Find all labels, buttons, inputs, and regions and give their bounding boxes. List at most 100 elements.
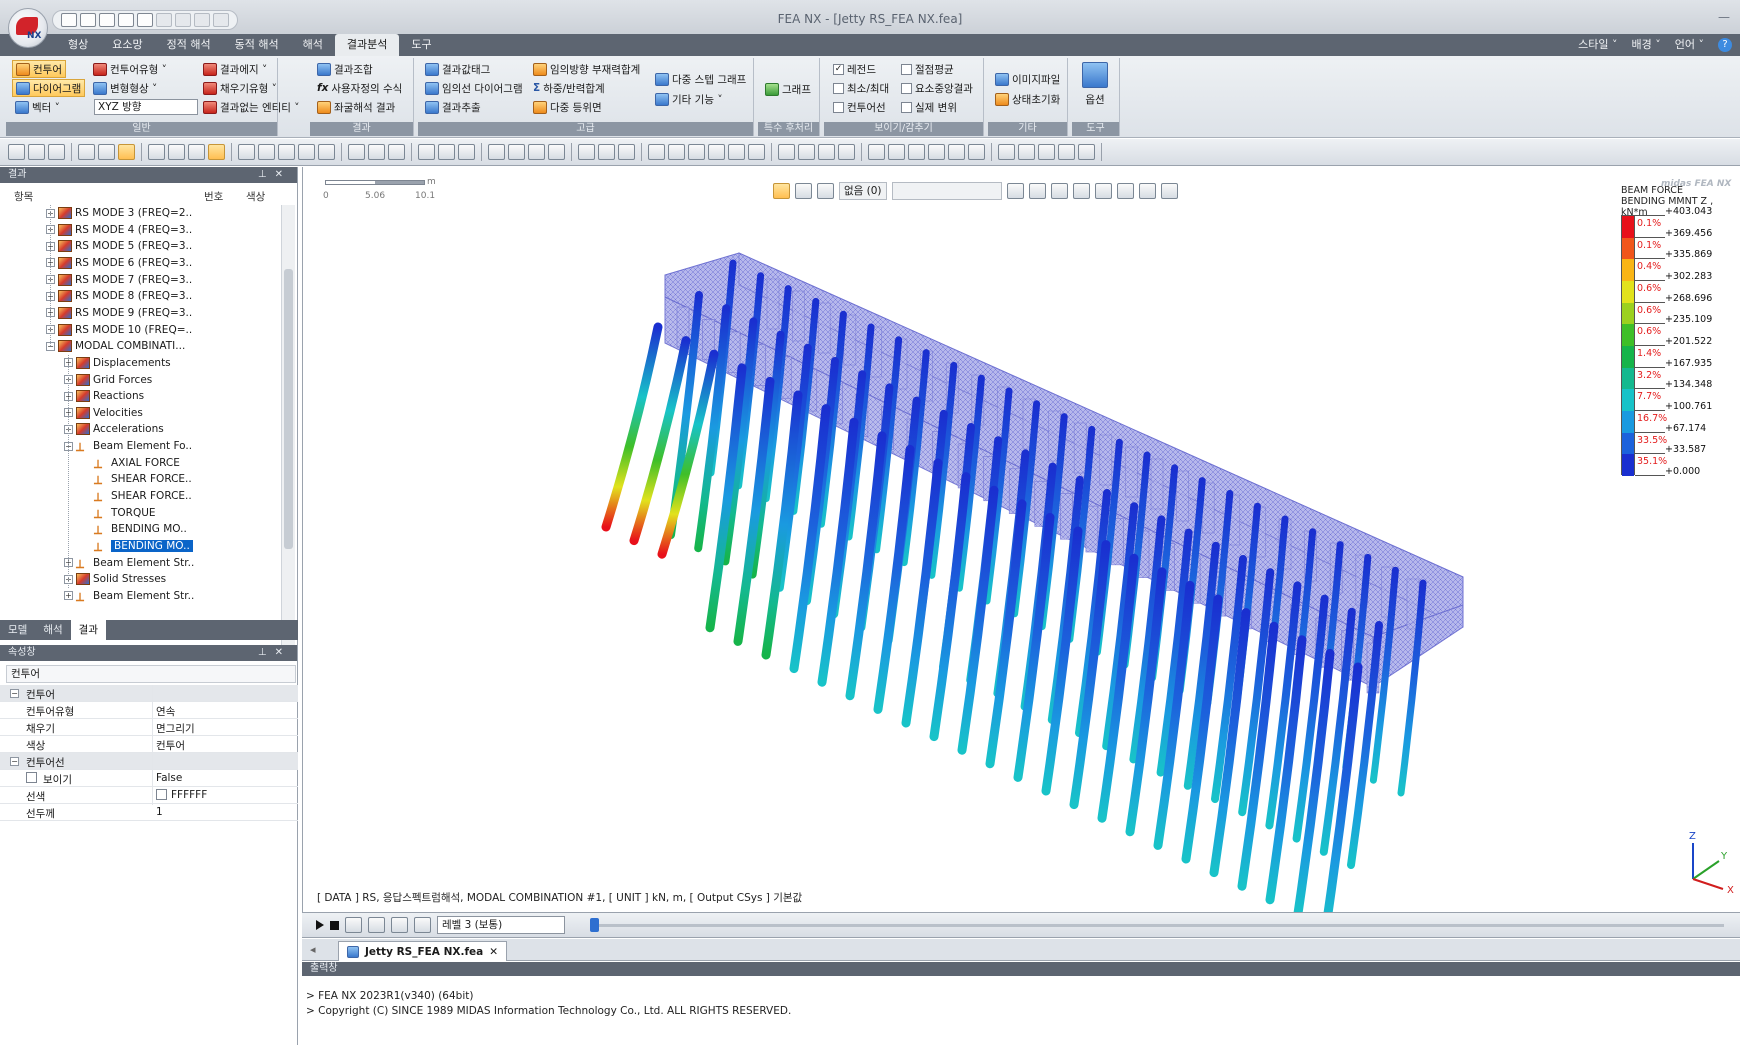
vector-button[interactable]: 벡터 ˅ [12,98,63,116]
state-reset-button[interactable]: 상태초기화 [992,90,1063,108]
member-force-sum-button[interactable]: 임의방향 부재력합계 [530,60,643,78]
property-row[interactable]: 색상 컨투어 [0,736,298,753]
toolbar-tool-icon[interactable] [668,144,685,160]
tree-item[interactable]: + RS MODE 9 (FREQ=3.. [46,305,192,321]
no-result-entity-button[interactable]: 결과없는 엔티티 ˅ [200,98,303,116]
ruler-icon[interactable] [1050,183,1068,199]
toolbar-tool-icon[interactable] [968,144,985,160]
arbitrary-diagram-button[interactable]: 임의선 다이어그램 [422,79,526,97]
property-section[interactable]: − 컨투어 [0,685,298,702]
toolbar-tool-icon[interactable] [208,144,225,160]
tree-item[interactable]: ⟂ SHEAR FORCE.. [82,471,192,487]
layer-icon[interactable] [1094,183,1112,199]
tree-item[interactable]: ⟂ TORQUE [82,505,156,521]
tree-item[interactable]: − MODAL COMBINATI... [46,338,185,354]
expand-icon[interactable]: + [64,591,73,601]
tree-item[interactable]: + RS MODE 6 (FREQ=3.. [46,255,192,271]
multi-iso-button[interactable]: 다중 등위면 [530,98,605,116]
collapse-icon[interactable]: − [10,757,19,766]
tree-item[interactable]: + Reactions [64,388,144,404]
animation-settings-icon[interactable] [368,917,385,933]
close-icon[interactable]: ✕ [275,169,291,180]
toolbar-tool-icon[interactable] [728,144,745,160]
toolbar-tool-icon[interactable] [578,144,595,160]
tree-item[interactable]: + Grid Forces [64,372,152,388]
node-average-checkbox[interactable] [901,63,912,75]
app-logo[interactable]: NX [8,8,48,48]
toolbar-tool-icon[interactable] [48,144,65,160]
deformed-shape-button[interactable]: 변형형상 ˅ [90,79,160,97]
tree-item[interactable]: + RS MODE 7 (FREQ=3.. [46,272,192,288]
stop-icon[interactable] [330,920,339,930]
toolbar-tool-icon[interactable] [118,144,135,160]
tree-item[interactable]: + RS MODE 10 (FREQ=.. [46,322,192,338]
toolbar-tool-icon[interactable] [298,144,315,160]
animation-export-icon[interactable] [414,917,431,933]
tree-item[interactable]: − ⟂ Beam Element Fo.. [64,438,192,454]
background-menu[interactable]: 배경 ˅ [1632,34,1661,56]
toolbar-tool-icon[interactable] [618,144,635,160]
property-value-cell[interactable]: 연속 [156,704,175,719]
real-displacement-toggle[interactable]: 실제 변위 [898,98,960,116]
pin-icon[interactable]: ⊥ [258,647,275,658]
real-displacement-checkbox[interactable] [901,101,912,113]
buckling-result-button[interactable]: 좌굴해석 결과 [314,98,398,116]
property-row[interactable]: 보이기 False [0,770,298,787]
property-value-cell[interactable]: 1 [156,806,163,818]
property-value-cell[interactable]: FFFFFF [156,789,207,801]
image-file-button[interactable]: 이미지파일 [992,70,1063,88]
tree-item[interactable]: + Solid Stresses [64,571,166,587]
tab-model[interactable]: 모델 [0,620,35,640]
toolbar-tool-icon[interactable] [708,144,725,160]
toolbar-tool-icon[interactable] [888,144,905,160]
other-functions-button[interactable]: 기타 기능 ˅ [652,90,726,108]
toolbar-tool-icon[interactable] [188,144,205,160]
toolbar-tool-icon[interactable] [1078,144,1095,160]
animation-range-icon[interactable] [391,917,408,933]
select-mode-icon[interactable] [773,183,790,199]
tree-item[interactable]: + RS MODE 5 (FREQ=3.. [46,238,192,254]
result-edge-button[interactable]: 결과에지 ˅ [200,60,270,78]
pin-icon[interactable]: ⊥ [258,169,275,180]
tree-item[interactable]: ⟂ AXIAL FORCE [82,455,180,471]
load-reaction-sum-button[interactable]: Σ 하중/반력합계 [530,79,608,97]
properties-selector[interactable]: 컨투어 [6,665,296,683]
collapse-icon[interactable]: − [10,689,19,698]
options-button[interactable]: 옵션 [1082,62,1108,107]
animation-level-select[interactable]: 레벨 3 (보통) [437,916,565,934]
scroll-thumb[interactable] [284,269,293,549]
element-center-toggle[interactable]: 요소중앙결과 [898,79,976,97]
tree-item[interactable]: + ⟂ Beam Element Str.. [64,588,194,604]
menu-tab-3[interactable]: 동적 해석 [223,34,291,56]
record-settings-icon[interactable] [1138,183,1156,199]
min-max-checkbox[interactable] [833,82,844,94]
tab-scroll-left-icon[interactable]: ◂ [310,943,316,956]
tree-item[interactable]: + ⟂ Beam Element Str.. [64,555,194,571]
toolbar-tool-icon[interactable] [1018,144,1035,160]
model-render[interactable] [303,167,1740,912]
toolbar-tool-icon[interactable] [748,144,765,160]
pin-view-icon[interactable] [1160,183,1178,199]
result-combination-button[interactable]: 결과조합 [314,60,376,78]
tree-item[interactable]: + Displacements [64,355,171,371]
toolbar-tool-icon[interactable] [348,144,365,160]
close-icon[interactable]: ✕ [275,647,291,658]
property-value-cell[interactable]: 면그리기 [156,721,195,736]
toolbar-tool-icon[interactable] [258,144,275,160]
toolbar-tool-icon[interactable] [28,144,45,160]
contour-line-toggle[interactable]: 컨투어선 [830,98,889,116]
toolbar-tool-icon[interactable] [948,144,965,160]
user-formula-button[interactable]: fx 사용자정의 수식 [314,79,405,97]
model-viewport[interactable]: m 0 5.06 10.1 없음 (0) midas FEA NX BEAM F… [302,167,1740,912]
tab-results[interactable]: 결과 [70,620,106,640]
tree-item[interactable]: + Velocities [64,405,143,421]
play-icon[interactable] [316,920,324,930]
toolbar-tool-icon[interactable] [648,144,665,160]
minimize-icon[interactable]: — [1718,10,1730,24]
menu-tab-6[interactable]: 도구 [399,34,443,56]
toolbar-tool-icon[interactable] [98,144,115,160]
toolbar-tool-icon[interactable] [148,144,165,160]
record-animation-icon[interactable] [345,917,362,933]
menu-tab-0[interactable]: 형상 [56,34,100,56]
legend-toggle[interactable]: ✓ 레전드 [830,60,879,78]
